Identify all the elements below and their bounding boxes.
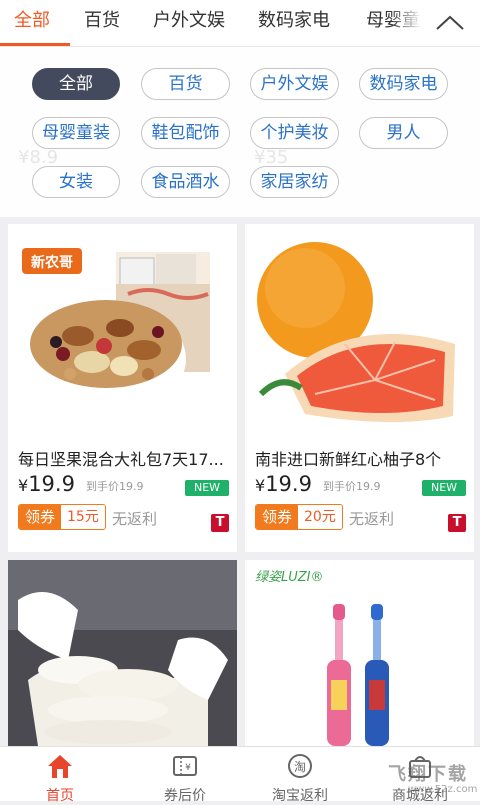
tab-general-goods[interactable]: 百货 — [84, 0, 120, 46]
tab-outdoor[interactable]: 户外文娱 — [153, 0, 225, 46]
nav-home[interactable]: 首页 — [0, 747, 120, 804]
product-card-noodles[interactable] — [8, 560, 237, 746]
final-price-note: 到手价19.9 — [323, 480, 381, 493]
tmall-icon: T — [448, 514, 466, 532]
product-title: 南非进口新鲜红心柚子8个 — [255, 450, 442, 469]
product-card-pomelo[interactable]: 南非进口新鲜红心柚子8个 ¥19.9 到手价19.9 NEW 领券 20元 无返… — [245, 224, 474, 552]
chip-food[interactable]: 食品酒水 — [141, 166, 230, 198]
currency-symbol: ¥ — [18, 476, 29, 495]
new-badge: NEW — [185, 480, 229, 496]
coupon-label: 领券 — [19, 505, 62, 529]
product-title: 每日坚果混合大礼包7天17... — [18, 450, 224, 469]
coupon-value: 20元 — [298, 505, 342, 529]
category-tab-bar: 全部 百货 户外文娱 数码家电 母婴童 — [0, 0, 480, 47]
watermark: 飞翔下载 www.52z.com — [380, 748, 480, 800]
chip-digital[interactable]: 数码家电 — [359, 68, 448, 100]
brand-tag-nuts: 新农哥 — [31, 255, 73, 271]
nav-label-home: 首页 — [46, 788, 74, 804]
ghost-price-left: ¥8.9 — [18, 147, 59, 168]
ticket-icon: ¥ — [173, 756, 197, 776]
category-panel: ¥8.9 ¥35 全部 百货 户外文娱 数码家电 母婴童装 鞋包配饰 个护美妆 … — [0, 47, 480, 217]
home-icon — [48, 755, 72, 778]
chip-men[interactable]: 男人 — [359, 117, 448, 149]
product-image-pomelo — [245, 224, 474, 439]
chevron-up-icon — [436, 15, 464, 30]
new-badge: NEW — [422, 480, 466, 496]
chip-beauty[interactable]: 个护美妆 — [250, 117, 339, 149]
price-value: 19.9 — [28, 472, 75, 496]
svg-text:淘: 淘 — [294, 760, 306, 774]
ghost-price-right: ¥35 — [254, 147, 289, 168]
chip-shoes-bags[interactable]: 鞋包配饰 — [141, 117, 230, 149]
product-image-noodles — [8, 560, 237, 746]
chip-baby[interactable]: 母婴童装 — [32, 117, 120, 149]
product-card-nuts[interactable]: 新农哥 每日坚果混合大礼包7天17... ¥19.9 到手价19.9 NEW 领… — [8, 224, 237, 552]
collapse-categories-button[interactable] — [420, 0, 480, 46]
chip-general-goods[interactable]: 百货 — [141, 68, 230, 100]
svg-text:¥: ¥ — [185, 763, 191, 773]
nav-after-coupon[interactable]: ¥ 券后价 — [125, 747, 245, 804]
coupon-button[interactable]: 领券 15元 — [18, 504, 106, 530]
chip-home[interactable]: 家居家纺 — [250, 166, 339, 198]
coupon-button[interactable]: 领券 20元 — [255, 504, 343, 530]
coupon-value: 15元 — [61, 505, 105, 529]
nav-label-after-coupon: 券后价 — [164, 788, 206, 804]
nav-label-taobao-rebate: 淘宝返利 — [272, 788, 328, 804]
tab-digital[interactable]: 数码家电 — [258, 0, 330, 46]
rebate-status: 无返利 — [349, 510, 395, 528]
product-image-nuts: 新农哥 — [8, 224, 237, 439]
coupon-label: 领券 — [256, 505, 299, 529]
chip-women[interactable]: 女装 — [32, 166, 120, 198]
taobao-icon: 淘 — [288, 754, 312, 778]
chip-outdoor[interactable]: 户外文娱 — [250, 68, 339, 100]
product-card-toothbrush[interactable]: 绿姿LUZI® — [245, 560, 474, 746]
nav-taobao-rebate[interactable]: 淘 淘宝返利 — [240, 747, 360, 804]
rebate-status: 无返利 — [112, 510, 158, 528]
product-price: ¥19.9 — [18, 472, 75, 496]
tab-all[interactable]: 全部 — [14, 0, 50, 46]
watermark-text: 飞翔下载 — [388, 764, 468, 785]
watermark-url: www.52z.com — [408, 784, 478, 795]
active-tab-indicator — [0, 43, 70, 46]
chip-all[interactable]: 全部 — [32, 68, 120, 100]
product-price: ¥19.9 — [255, 472, 312, 496]
brand-label-luzi: 绿姿LUZI® — [255, 570, 324, 585]
currency-symbol: ¥ — [255, 476, 266, 495]
final-price-note: 到手价19.9 — [86, 480, 144, 493]
price-value: 19.9 — [265, 472, 312, 496]
tmall-icon: T — [211, 514, 229, 532]
product-image-toothbrush — [245, 560, 474, 746]
tab-fade — [390, 0, 420, 46]
tab-strip: 全部 百货 户外文娱 数码家电 母婴童 — [0, 0, 420, 46]
